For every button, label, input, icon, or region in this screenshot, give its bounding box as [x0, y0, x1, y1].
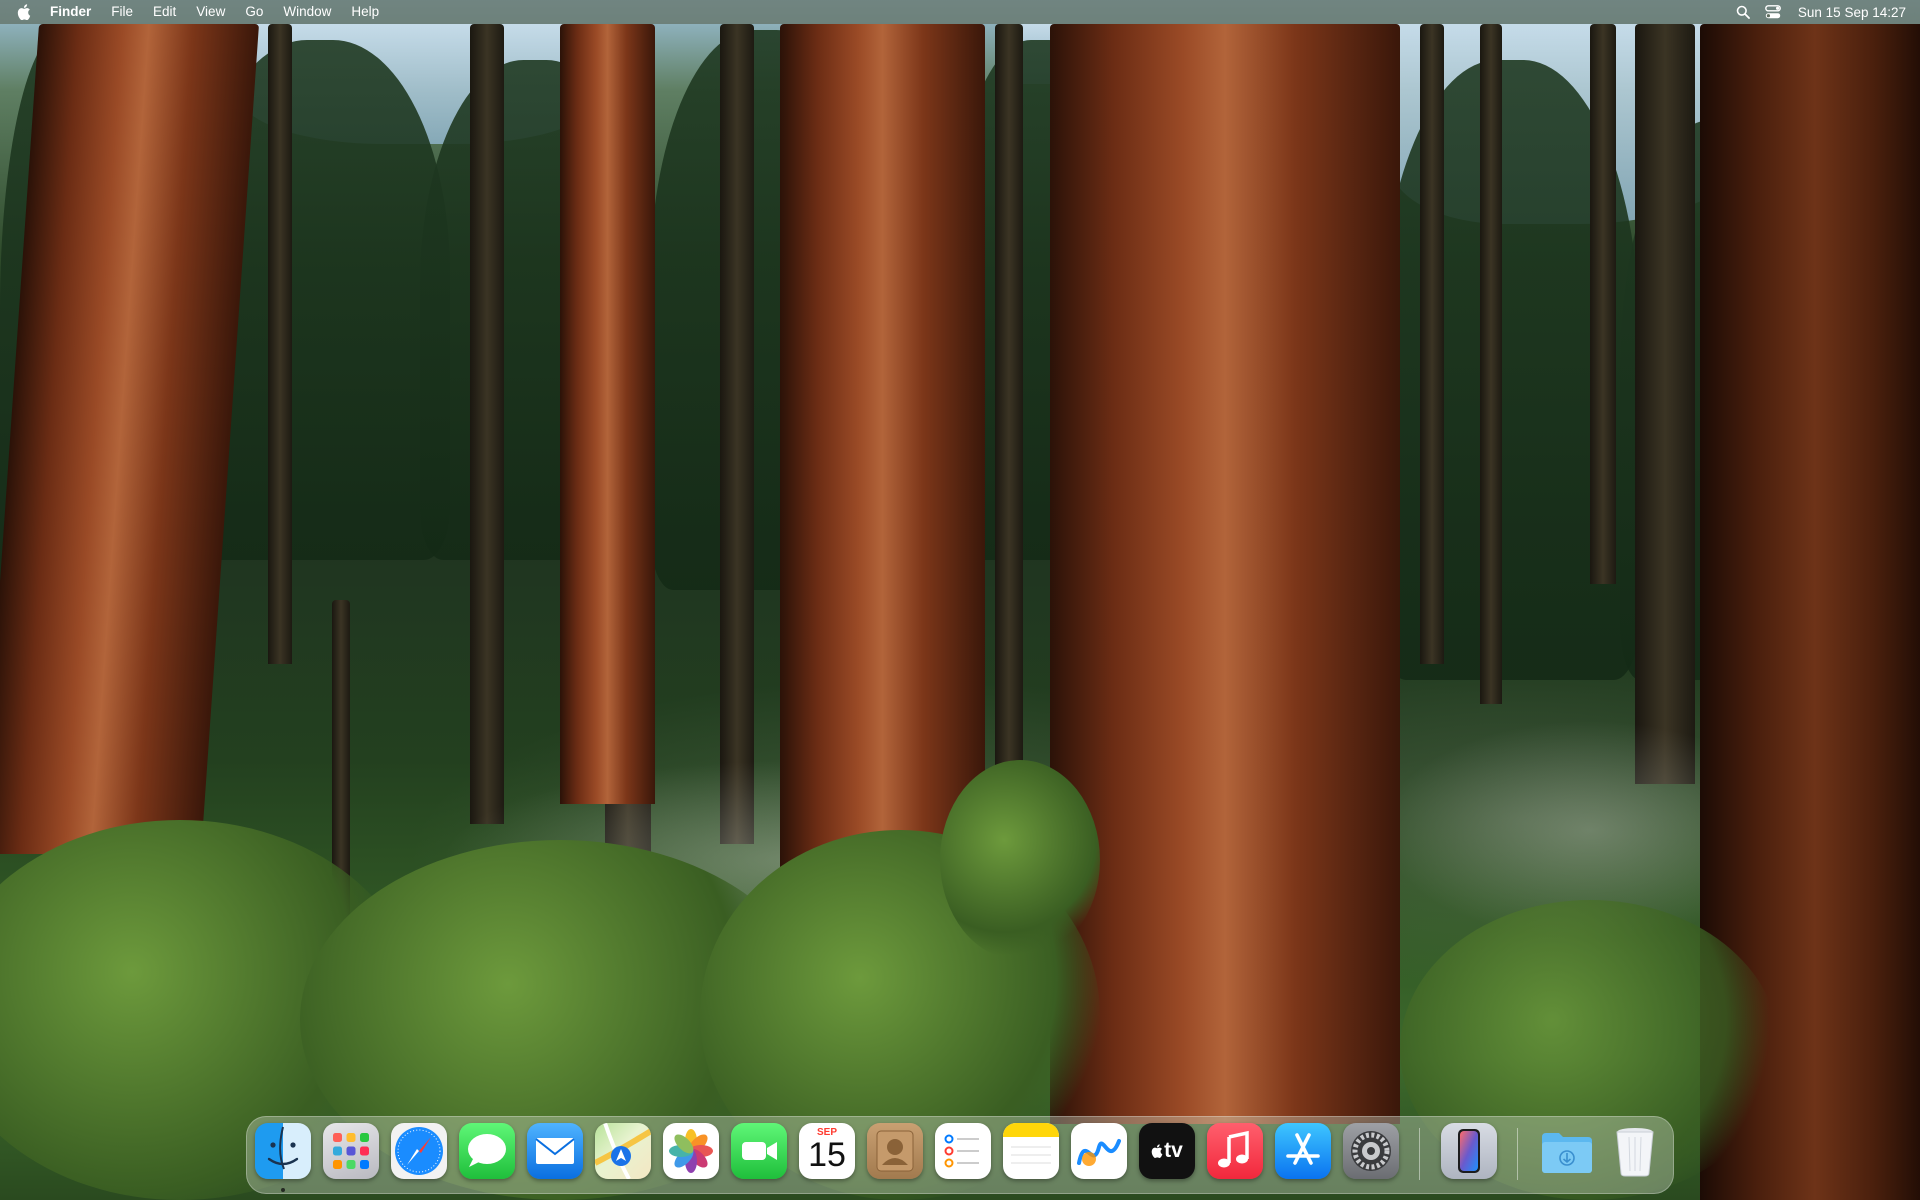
contacts-icon[interactable] — [867, 1123, 923, 1179]
trash-icon[interactable] — [1607, 1123, 1663, 1179]
tv-label: tv — [1164, 1139, 1183, 1162]
menu-help[interactable]: Help — [341, 0, 389, 24]
dock-divider — [1419, 1128, 1420, 1180]
control-center-icon[interactable] — [1758, 0, 1788, 24]
reminders-list-icon[interactable] — [935, 1123, 991, 1179]
safari-compass-icon[interactable] — [391, 1123, 447, 1179]
launchpad-icon[interactable] — [323, 1123, 379, 1179]
music-note-icon[interactable] — [1207, 1123, 1263, 1179]
notes-icon[interactable] — [1003, 1123, 1059, 1179]
apple-tv-icon[interactable]: tv — [1139, 1123, 1195, 1179]
photos-flower-icon[interactable] — [663, 1123, 719, 1179]
menu-view[interactable]: View — [186, 0, 235, 24]
menu-file[interactable]: File — [101, 0, 143, 24]
finder-running-indicator — [281, 1188, 285, 1192]
freeform-icon[interactable] — [1071, 1123, 1127, 1179]
iphone-icon[interactable] — [1441, 1123, 1497, 1179]
menu-go[interactable]: Go — [235, 0, 273, 24]
menu-app-name[interactable]: Finder — [40, 0, 101, 24]
mail-envelope-icon[interactable] — [527, 1123, 583, 1179]
calendar-day: 15 — [808, 1136, 846, 1174]
dock-divider — [1517, 1128, 1518, 1180]
apple-logo-icon[interactable] — [14, 0, 34, 24]
spotlight-search-icon[interactable] — [1728, 0, 1758, 24]
calendar-icon[interactable]: SEP 15 — [799, 1123, 855, 1179]
maps-icon[interactable] — [595, 1123, 651, 1179]
facetime-camera-icon[interactable] — [731, 1123, 787, 1179]
downloads-folder-icon[interactable] — [1539, 1123, 1595, 1179]
app-store-icon[interactable] — [1275, 1123, 1331, 1179]
menu-edit[interactable]: Edit — [143, 0, 186, 24]
menu-window[interactable]: Window — [273, 0, 341, 24]
menu-clock[interactable]: Sun 15 Sep 14:27 — [1788, 5, 1906, 20]
menu-bar: Finder File Edit View Go Window Help Sun… — [0, 0, 1920, 24]
desktop-wallpaper — [0, 0, 1920, 1200]
gear-icon[interactable] — [1343, 1123, 1399, 1179]
finder-icon[interactable] — [255, 1123, 311, 1179]
messages-bubble-icon[interactable] — [459, 1123, 515, 1179]
